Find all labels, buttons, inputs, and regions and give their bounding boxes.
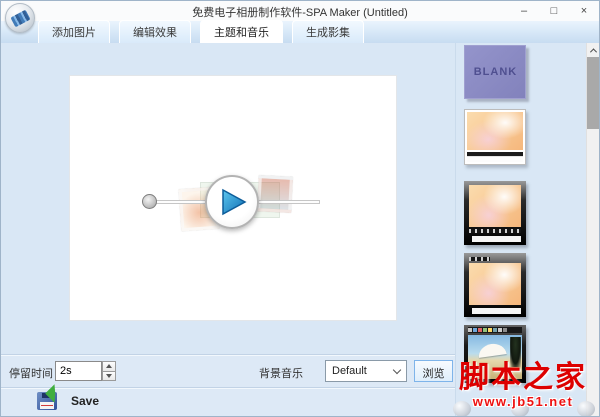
preview-canvas [69, 75, 397, 321]
playback-settings-bar: 停留时间 背景音乐 Default 浏览 [1, 354, 456, 387]
watermark-bubble-icon [453, 401, 471, 416]
browse-button[interactable]: 浏览 [414, 360, 453, 382]
maximize-button[interactable]: □ [539, 1, 569, 21]
save-bar: Save [1, 384, 456, 416]
triangle-down-icon [106, 373, 112, 378]
theme-panel-scrollbar [586, 43, 599, 416]
save-floppy-icon [37, 384, 64, 410]
theme-item-beach[interactable] [464, 325, 527, 383]
theme-item-flower-light[interactable] [464, 109, 527, 165]
stay-time-input[interactable] [55, 361, 102, 381]
save-button-label: Save [71, 394, 100, 408]
watermark-site-url: www.jb51.net [472, 394, 574, 409]
beach-thumbnail-image [468, 335, 523, 379]
save-button[interactable]: Save [37, 384, 100, 410]
background-music-label: 背景音乐 [259, 368, 303, 380]
umbrella-icon [477, 342, 508, 358]
app-window: 免费电子相册制作软件-SPA Maker (Untitled) – □ × 添加… [0, 0, 600, 417]
tab-edit-effects[interactable]: 编辑效果 [119, 20, 191, 43]
theme-panel: BLANK 脚本之家 www.jb51.net [453, 43, 599, 416]
preview-faint-building-thumbnail [257, 175, 293, 213]
thumbnail-base-plate [472, 236, 522, 242]
palm-tree-icon [510, 337, 522, 367]
play-button[interactable] [205, 175, 259, 229]
scrollbar-up-button[interactable] [587, 43, 599, 57]
watermark-bubble-icon [511, 401, 529, 416]
chevron-up-icon [589, 47, 597, 55]
stepper-down-button[interactable] [102, 371, 116, 381]
background-music-select[interactable]: Default [325, 360, 407, 382]
flower-thumbnail-image [469, 263, 522, 305]
tab-add-pictures[interactable]: 添加图片 [38, 20, 110, 43]
stay-time-label: 停留时间 [9, 368, 53, 380]
flower-thumbnail-image [469, 185, 522, 227]
stay-time-stepper [102, 361, 116, 381]
blank-theme-label: BLANK [473, 66, 518, 78]
chevron-down-icon [392, 365, 402, 375]
theme-item-flower-dark-b[interactable] [464, 253, 527, 317]
window-dots-icon [469, 257, 491, 261]
player-footer [467, 156, 524, 162]
triangle-up-icon [106, 364, 112, 369]
window-controls: – □ × [509, 1, 599, 21]
thumbnail-base-plate [472, 308, 522, 314]
filmstrip-icon [10, 9, 31, 28]
background-music-value: Default [332, 365, 367, 377]
player-controls-icon [469, 229, 522, 233]
stepper-up-button[interactable] [102, 361, 116, 372]
preview-area [1, 43, 456, 354]
app-menu-orb-icon[interactable] [5, 3, 35, 33]
player-toolbar-icon [468, 327, 523, 333]
close-button[interactable]: × [569, 1, 599, 21]
theme-item-blank[interactable]: BLANK [464, 45, 527, 99]
flower-thumbnail-image [467, 112, 524, 150]
tab-theme-and-music[interactable]: 主题和音乐 [200, 20, 283, 43]
scrollbar-thumb[interactable] [587, 57, 599, 129]
tab-generate-album[interactable]: 生成影集 [292, 20, 364, 43]
ribbon-tabstrip: 添加图片 编辑效果 主题和音乐 生成影集 [1, 20, 599, 43]
titlebar: 免费电子相册制作软件-SPA Maker (Untitled) – □ × [1, 1, 599, 21]
play-icon [222, 188, 247, 216]
minimize-button[interactable]: – [509, 1, 539, 21]
seek-slider-handle[interactable] [142, 194, 157, 209]
theme-item-flower-dark-a[interactable] [464, 181, 527, 245]
